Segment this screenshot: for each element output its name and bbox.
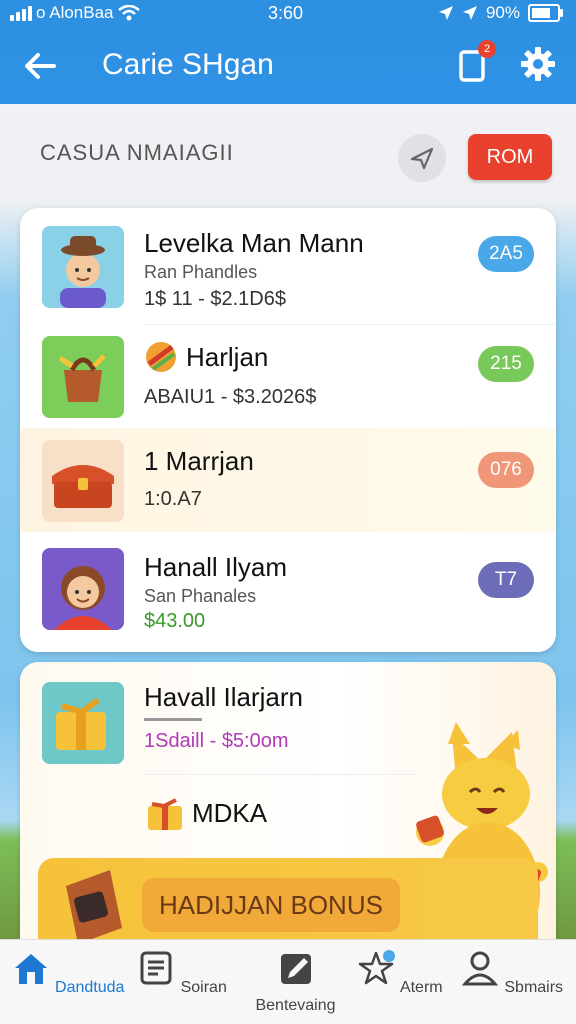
home-icon bbox=[14, 954, 47, 984]
item-title: Harljan bbox=[186, 342, 269, 372]
divider bbox=[144, 774, 416, 775]
back-arrow-icon[interactable] bbox=[20, 46, 60, 86]
item-badge: 076 bbox=[478, 452, 534, 488]
nav-label: Soiran bbox=[180, 979, 227, 996]
carrier-label: o AlonBaa bbox=[36, 3, 114, 22]
battery-percent: 90% bbox=[485, 3, 520, 22]
divider bbox=[144, 718, 202, 721]
list-item[interactable]: Harljan ABAIU1 - $3.2026$ 215 bbox=[20, 324, 556, 428]
feature-title: Havall Ilarjarn bbox=[144, 682, 303, 712]
bonus-button[interactable]: HADIJJAN BONUS bbox=[142, 878, 400, 932]
bag-icon bbox=[42, 336, 124, 418]
game-thumbnail bbox=[42, 682, 124, 764]
nav-label: Bentevaing bbox=[255, 997, 336, 1014]
user-icon bbox=[461, 951, 499, 986]
game-list-card: Levelka Man Mann Ran Phandles 1$ 11 - $2… bbox=[20, 208, 556, 652]
nav-label: Dandtuda bbox=[55, 979, 125, 996]
nav-label: Aterm bbox=[399, 979, 443, 996]
item-subtitle: San Phanales bbox=[144, 586, 257, 606]
gear-icon[interactable] bbox=[518, 44, 558, 84]
star-icon bbox=[359, 950, 396, 985]
status-time: 3:60 bbox=[268, 3, 304, 23]
item-price: ABAIU1 - $3.2026$ bbox=[144, 386, 317, 408]
nav-item-bentevaing[interactable]: Bentevaing bbox=[238, 948, 353, 1015]
share-button[interactable] bbox=[398, 134, 446, 182]
bottom-nav: Dandtuda Soiran Bentevaing Aterm Sbmairs bbox=[0, 939, 576, 1024]
item-price: 1$ 11 - $2.1D6$ bbox=[144, 288, 286, 310]
item-title: Hanall Ilyam bbox=[144, 552, 288, 582]
app-header: o AlonBaa 3:60 90% Carie SHgan 2 bbox=[0, 0, 576, 104]
wifi-icon bbox=[117, 5, 140, 21]
list-item[interactable]: Hanall Ilyam San Phanales $43.00 T7 bbox=[20, 534, 556, 638]
gift-box-icon bbox=[148, 798, 182, 830]
nav-item-sbmairs[interactable]: Sbmairs bbox=[454, 948, 569, 997]
notifications-button[interactable]: 2 bbox=[452, 40, 496, 84]
app-bar: Carie SHgan 2 bbox=[0, 36, 576, 96]
edit-icon bbox=[280, 954, 311, 984]
man-avatar-icon bbox=[42, 226, 124, 308]
item-subtitle: Ran Phandles bbox=[144, 262, 258, 282]
battery-icon bbox=[528, 4, 563, 22]
signal-icon bbox=[10, 5, 32, 21]
feature-price: 1Sdaill - $5:0om bbox=[144, 730, 289, 752]
nav-item-home[interactable]: Dandtuda bbox=[10, 948, 125, 997]
item-badge: T7 bbox=[478, 562, 534, 598]
avatar bbox=[42, 548, 124, 630]
section-title: CASUA NMAIAGII bbox=[40, 140, 234, 165]
item-badge: 2A5 bbox=[478, 236, 534, 272]
send-icon bbox=[410, 147, 434, 170]
location-icon bbox=[462, 6, 477, 20]
list-item[interactable]: Levelka Man Mann Ran Phandles 1$ 11 - $2… bbox=[20, 214, 556, 318]
item-title: 1 Marrjan bbox=[144, 446, 254, 476]
game-thumbnail bbox=[42, 440, 124, 522]
notification-badge: 2 bbox=[478, 40, 496, 58]
chest-icon bbox=[42, 440, 124, 522]
feature-secondary: MDKA bbox=[192, 798, 268, 828]
treasure-icon bbox=[66, 866, 126, 944]
status-bar: o AlonBaa 3:60 90% bbox=[0, 0, 576, 28]
gift-box-icon bbox=[42, 682, 124, 764]
avatar bbox=[42, 226, 124, 308]
nav-label: Sbmairs bbox=[504, 979, 564, 996]
featured-card[interactable]: Havall Ilarjarn 1Sdaill - $5:0om MDKA HA… bbox=[20, 662, 556, 962]
page-title: Carie SHgan bbox=[102, 48, 274, 81]
item-badge: 215 bbox=[478, 346, 534, 382]
item-title: Levelka Man Mann bbox=[144, 228, 364, 258]
nav-item-soiran[interactable]: Soiran bbox=[124, 948, 239, 997]
location-icon bbox=[438, 6, 453, 20]
girl-avatar-icon bbox=[42, 548, 124, 630]
item-price: 1:0.A7 bbox=[144, 488, 202, 510]
rom-button[interactable]: ROM bbox=[468, 134, 552, 180]
list-item[interactable]: 1 Marrjan 1:0.A7 076 bbox=[20, 428, 556, 532]
item-price: $43.00 bbox=[144, 610, 206, 632]
list-icon bbox=[140, 951, 172, 985]
game-thumbnail bbox=[42, 336, 124, 418]
nav-item-aterm[interactable]: Aterm bbox=[342, 948, 457, 997]
ball-icon bbox=[146, 342, 176, 372]
